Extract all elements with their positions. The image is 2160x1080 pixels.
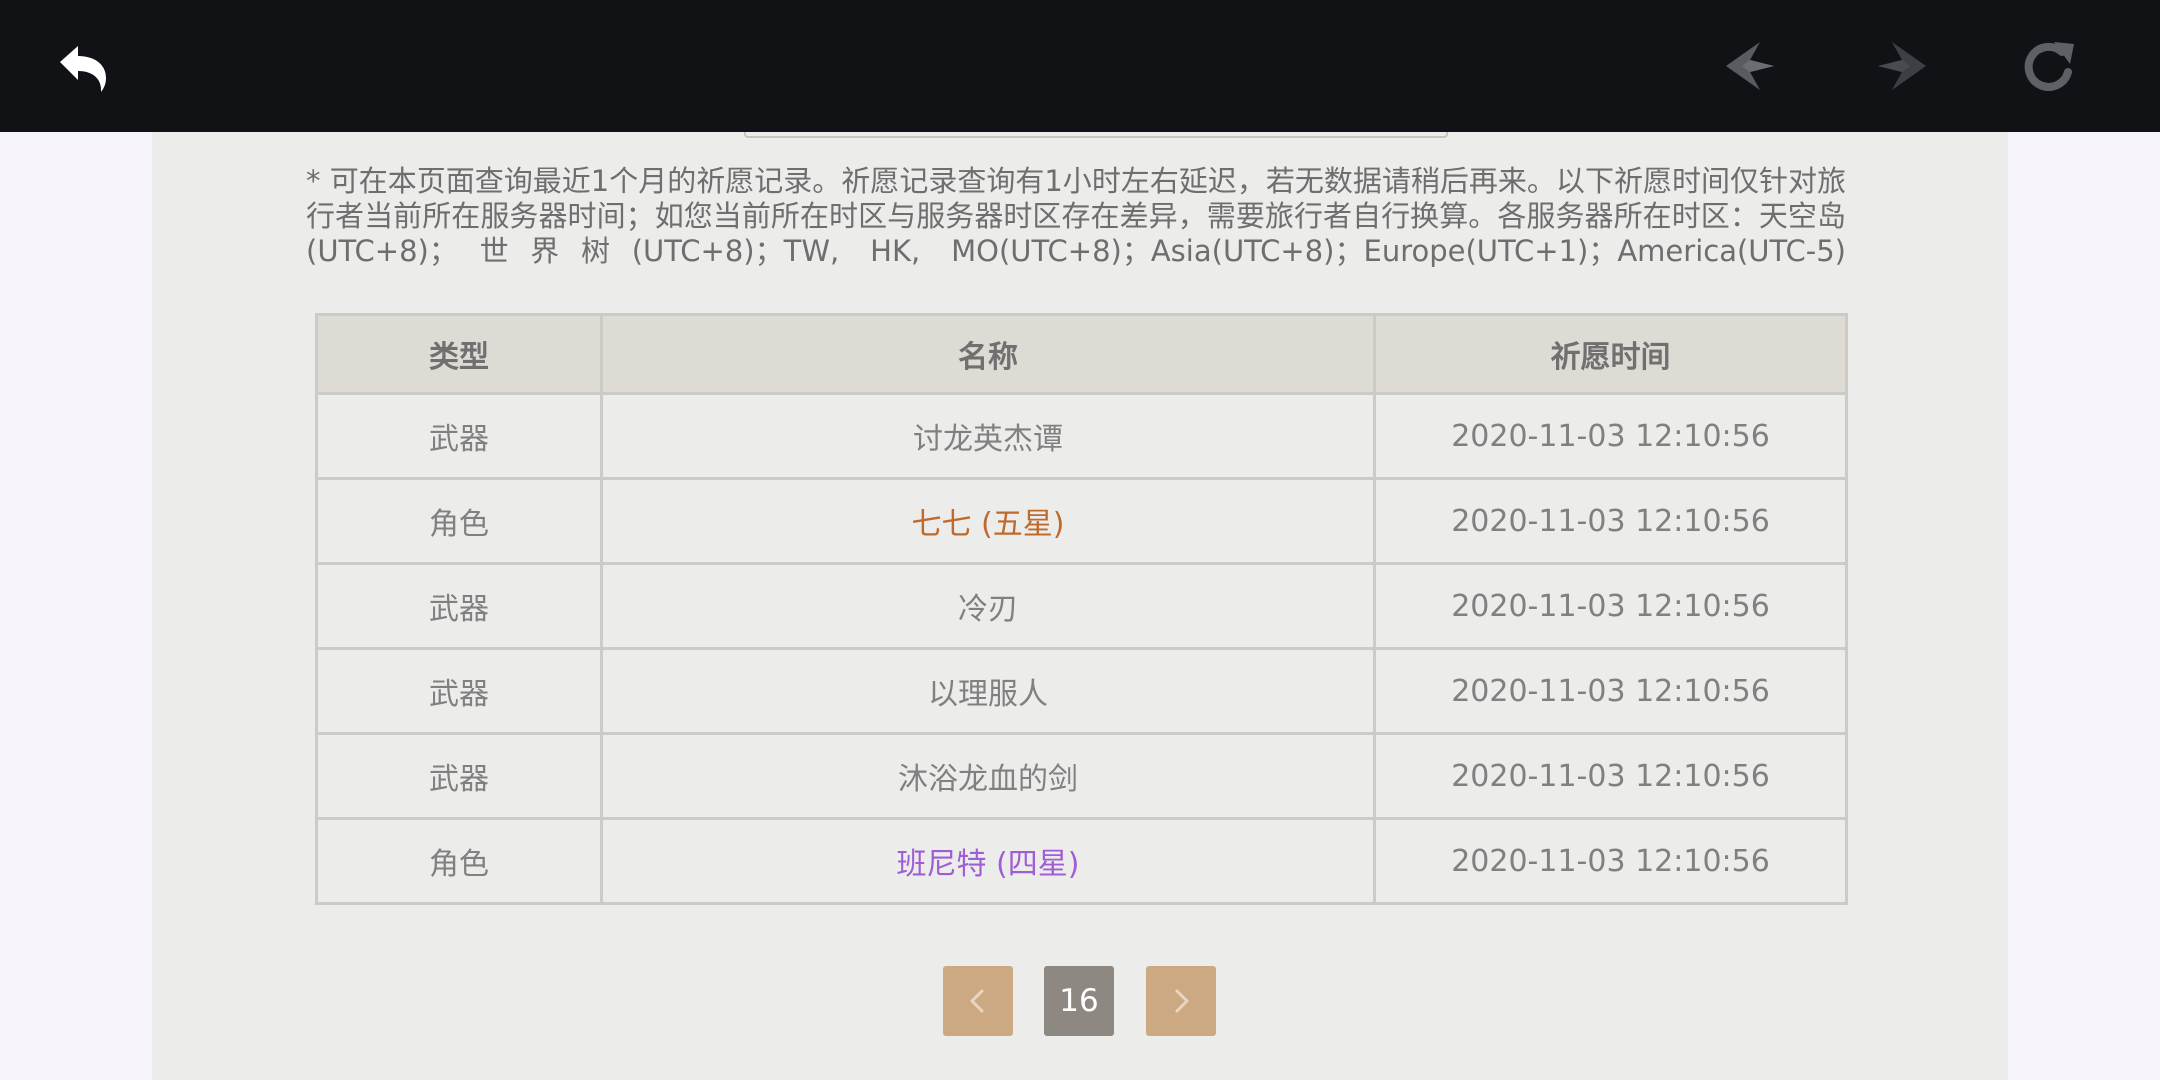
cell-time: 2020-11-03 12:10:56 — [1373, 392, 1848, 480]
cell-name-four-star: 班尼特 (四星) — [600, 817, 1376, 905]
table-row: 角色 七七 (五星) 2020-11-03 12:10:56 — [315, 477, 1848, 565]
table-row: 武器 以理服人 2020-11-03 12:10:56 — [315, 647, 1848, 735]
diamond-right-icon[interactable] — [1868, 34, 1932, 98]
cell-name-five-star: 七七 (五星) — [600, 477, 1376, 565]
cell-time: 2020-11-03 12:10:56 — [1373, 732, 1848, 820]
header-name: 名称 — [600, 313, 1376, 395]
table-row: 武器 冷刃 2020-11-03 12:10:56 — [315, 562, 1848, 650]
pagination: 16 — [152, 966, 2008, 1038]
cell-type: 武器 — [315, 732, 603, 820]
notice-text: * 可在本页面查询最近1个月的祈愿记录。祈愿记录查询有1小时左右延迟，若无数据请… — [306, 164, 1846, 268]
table-row: 武器 讨龙英杰谭 2020-11-03 12:10:56 — [315, 392, 1848, 480]
header-type: 类型 — [315, 313, 603, 395]
chevron-left-icon — [970, 989, 984, 1013]
top-toolbar — [0, 0, 2160, 132]
cell-type: 武器 — [315, 562, 603, 650]
cell-name: 沐浴龙血的剑 — [600, 732, 1376, 820]
dropdown-bottom-edge[interactable] — [744, 132, 1448, 138]
cell-time: 2020-11-03 12:10:56 — [1373, 562, 1848, 650]
cell-time: 2020-11-03 12:10:56 — [1373, 817, 1848, 905]
diamond-left-icon[interactable] — [1720, 34, 1784, 98]
cell-time: 2020-11-03 12:10:56 — [1373, 647, 1848, 735]
table-row: 角色 班尼特 (四星) 2020-11-03 12:10:56 — [315, 817, 1848, 905]
table-header-row: 类型 名称 祈愿时间 — [315, 313, 1848, 395]
cell-time: 2020-11-03 12:10:56 — [1373, 477, 1848, 565]
next-page-button[interactable] — [1146, 966, 1216, 1036]
header-time: 祈愿时间 — [1373, 313, 1848, 395]
cell-type: 角色 — [315, 477, 603, 565]
cell-name: 冷刃 — [600, 562, 1376, 650]
cell-type: 武器 — [315, 392, 603, 480]
cell-type: 角色 — [315, 817, 603, 905]
back-arrow-icon[interactable] — [52, 34, 116, 98]
cell-name: 讨龙英杰谭 — [600, 392, 1376, 480]
cell-name: 以理服人 — [600, 647, 1376, 735]
chevron-right-icon — [1175, 989, 1189, 1013]
prev-page-button[interactable] — [943, 966, 1013, 1036]
current-page-number: 16 — [1044, 966, 1114, 1036]
wish-history-panel: * 可在本页面查询最近1个月的祈愿记录。祈愿记录查询有1小时左右延迟，若无数据请… — [152, 132, 2008, 1080]
wish-records-table: 类型 名称 祈愿时间 武器 讨龙英杰谭 2020-11-03 12:10:56 … — [315, 313, 1848, 905]
table-row: 武器 沐浴龙血的剑 2020-11-03 12:10:56 — [315, 732, 1848, 820]
reload-icon[interactable] — [2016, 34, 2080, 98]
cell-type: 武器 — [315, 647, 603, 735]
